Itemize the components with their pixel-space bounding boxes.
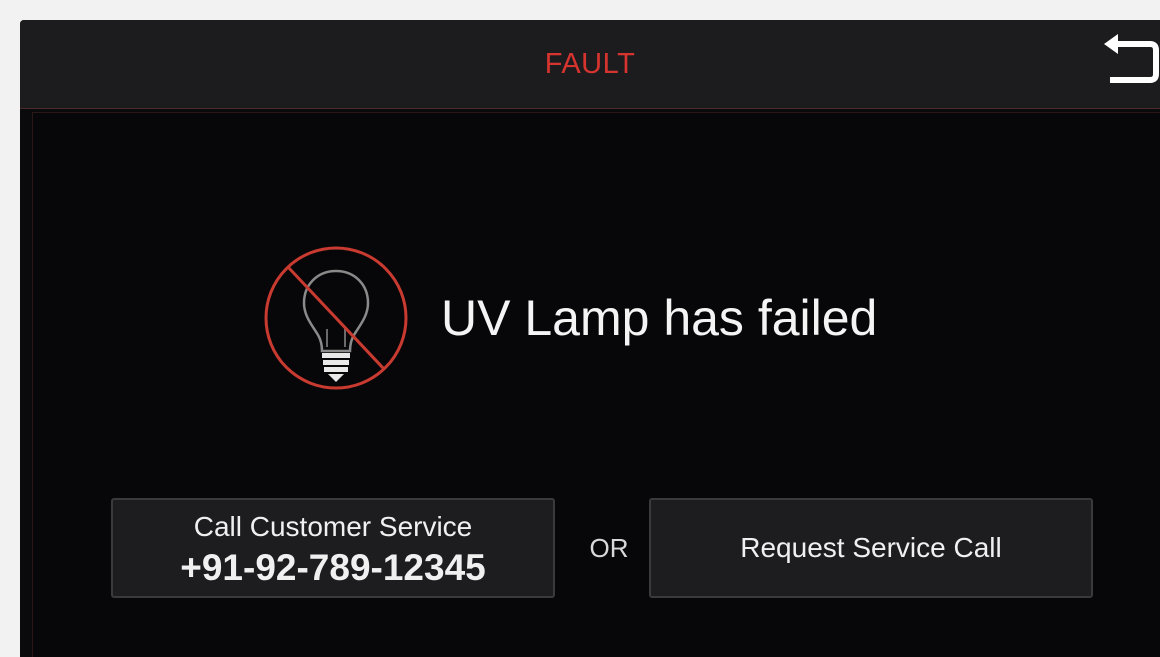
fault-message: UV Lamp has failed: [441, 290, 878, 346]
call-customer-service-button[interactable]: Call Customer Service +91-92-789-12345: [111, 498, 555, 598]
content-area: UV Lamp has failed Call Customer Service…: [32, 112, 1160, 657]
return-arrow-icon: [1104, 34, 1159, 83]
fault-screen: FAULT UV Lamp has failed Call Customer S…: [20, 20, 1160, 657]
request-label: Request Service Call: [740, 532, 1002, 563]
request-service-call-button[interactable]: Request Service Call: [649, 498, 1093, 598]
back-button[interactable]: [1098, 34, 1160, 90]
fault-message-row: UV Lamp has failed: [261, 243, 1021, 393]
uv-lamp-failed-icon: [261, 243, 411, 393]
phone-number: +91-92-789-12345: [180, 547, 486, 588]
header-bar: FAULT: [20, 20, 1160, 109]
page-title: FAULT: [544, 48, 636, 80]
call-label: Call Customer Service: [193, 511, 473, 542]
or-separator: OR: [589, 533, 629, 563]
